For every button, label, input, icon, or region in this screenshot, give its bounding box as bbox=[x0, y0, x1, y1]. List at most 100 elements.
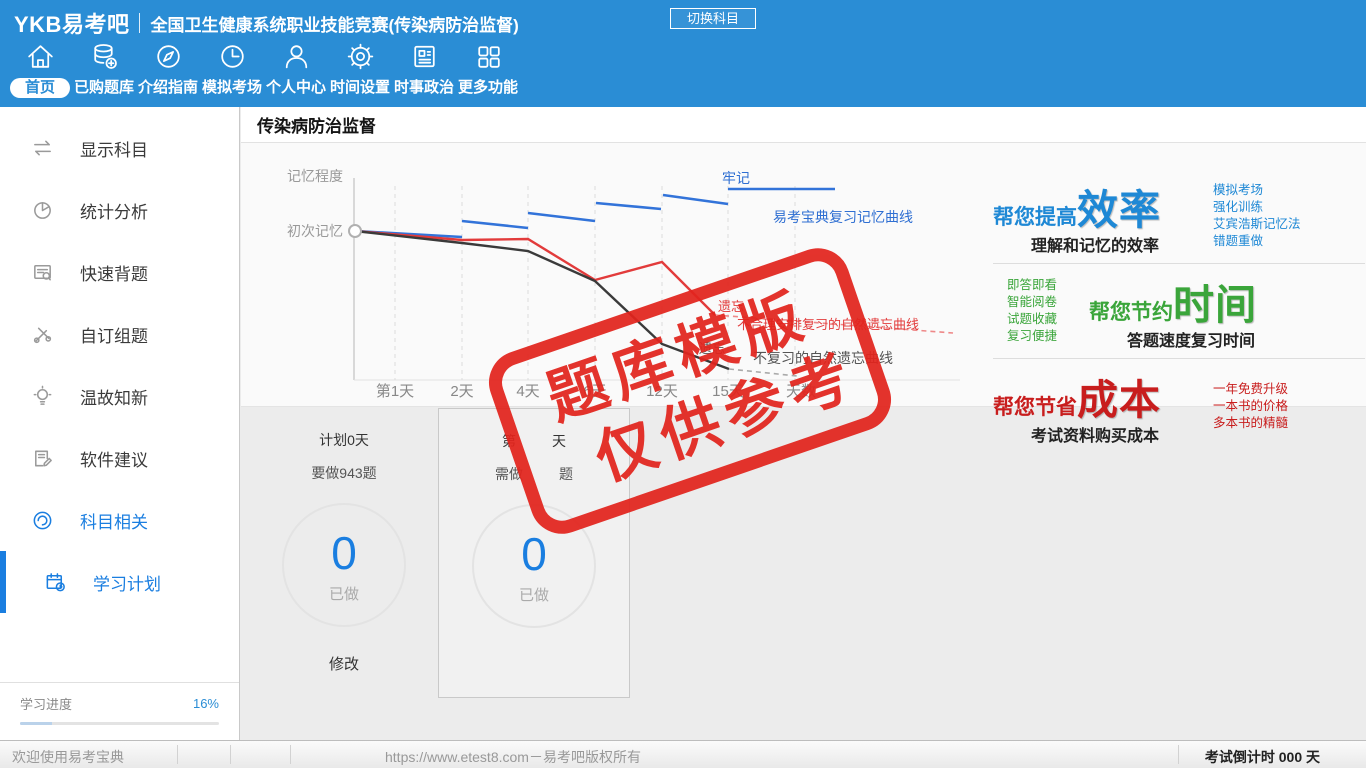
subject-swirl-icon bbox=[33, 511, 52, 529]
promo-word: 时间 bbox=[1173, 282, 1257, 328]
sidebar-item-label: 显示科目 bbox=[80, 140, 148, 160]
nav-item-guide[interactable]: 介绍指南 bbox=[136, 40, 200, 98]
grid-icon bbox=[477, 46, 500, 68]
lightbulb-icon bbox=[33, 385, 52, 405]
status-bar: 欢迎使用易考宝典 https://www.etest8.com－易考吧版权所有 … bbox=[0, 740, 1366, 768]
promo-feature: 一年免费升级 bbox=[1213, 381, 1289, 396]
sidebar-item-label: 快速背题 bbox=[80, 264, 148, 284]
main-nav: 首页 已购题库 介绍指南 模拟考场 个人中心 时间设置 时事政治 更多功能 bbox=[8, 40, 520, 98]
nav-label: 更多功能 bbox=[457, 79, 518, 96]
promo-row-time: 即答即看 智能阅卷 试题收藏 复习便捷 帮您节约时间 答题速度复习时间 bbox=[993, 263, 1365, 358]
promo-feature: 试题收藏 bbox=[1007, 312, 1058, 326]
sidebar-item-label: 软件建议 bbox=[80, 450, 148, 470]
nav-item-more-functions[interactable]: 更多功能 bbox=[456, 40, 520, 98]
sidebar-item-review[interactable]: 温故知新 bbox=[0, 365, 239, 427]
done-label: 已做 bbox=[328, 586, 359, 603]
sidebar-item-custom-questions[interactable]: 自订组题 bbox=[0, 303, 239, 365]
copyright-text: https://www.etest8.com－易考吧版权所有 bbox=[385, 749, 641, 765]
welcome-text: 欢迎使用易考宝典 bbox=[12, 749, 124, 765]
flashcard-icon bbox=[34, 264, 51, 280]
nav-item-home[interactable]: 首页 bbox=[8, 40, 72, 98]
nav-label: 介绍指南 bbox=[137, 79, 198, 96]
promo-feature: 模拟考场 bbox=[1213, 183, 1264, 197]
sidebar-item-subject-related[interactable]: 科目相关 bbox=[0, 489, 239, 551]
statusbar-divider bbox=[177, 745, 178, 764]
promo-prefix: 帮您节约 bbox=[1089, 301, 1173, 324]
sidebar-item-label: 科目相关 bbox=[80, 512, 148, 532]
nav-item-purchased-banks[interactable]: 已购题库 bbox=[72, 40, 136, 98]
done-label: 已做 bbox=[518, 587, 549, 604]
nav-label: 首页 bbox=[9, 78, 70, 98]
page-title: 传染病防治监督 bbox=[241, 107, 1366, 143]
svg-text:易考宝典复习记忆曲线: 易考宝典复习记忆曲线 bbox=[773, 209, 913, 225]
sidebar-item-study-plan[interactable]: 学习计划 bbox=[0, 551, 239, 613]
gear-icon bbox=[347, 43, 373, 70]
study-progress-block: 学习进度 16% bbox=[0, 682, 239, 740]
database-icon bbox=[93, 44, 117, 69]
svg-text:初次记忆: 初次记忆 bbox=[287, 223, 343, 239]
plan-days: 计划0天 bbox=[319, 432, 369, 448]
nav-label: 时间设置 bbox=[329, 79, 390, 96]
promo-subtitle: 理解和记忆的效率 bbox=[1031, 238, 1160, 255]
sidebar-item-show-subjects[interactable]: 显示科目 bbox=[0, 117, 239, 179]
modify-plan-link[interactable]: 修改 bbox=[248, 653, 440, 674]
promo-feature: 复习便捷 bbox=[1007, 329, 1058, 343]
study-progress-label: 学习进度 bbox=[20, 697, 73, 712]
nav-item-time-settings[interactable]: 时间设置 bbox=[328, 40, 392, 98]
promo-feature-list: 即答即看 智能阅卷 试题收藏 复习便捷 bbox=[993, 277, 1089, 345]
sidebar-item-label: 自订组题 bbox=[80, 326, 148, 346]
plan-card-total: 计划0天 要做943题 0 已做 修改 bbox=[248, 408, 440, 698]
promo-word: 效率 bbox=[1077, 187, 1161, 233]
nav-label: 已购题库 bbox=[73, 79, 134, 96]
promo-feature-list: 模拟考场 强化训练 艾宾浩斯记忆法 错题重做 bbox=[1191, 182, 1301, 250]
app-window: YKB易考吧 全国卫生健康系统职业技能竞赛(传染病防治监督) 切换科目 首页 已… bbox=[0, 0, 1366, 768]
study-progress-value: 16% bbox=[192, 696, 219, 711]
svg-text:牢记: 牢记 bbox=[722, 170, 750, 186]
document-edit-icon bbox=[35, 450, 52, 466]
user-icon bbox=[285, 45, 307, 69]
promo-feature: 错题重做 bbox=[1213, 234, 1264, 248]
statusbar-divider bbox=[1178, 745, 1179, 764]
done-count: 0 bbox=[521, 528, 547, 580]
statusbar-divider bbox=[230, 745, 231, 764]
svg-text:第1天: 第1天 bbox=[376, 382, 414, 400]
promo-feature: 艾宾浩斯记忆法 bbox=[1213, 217, 1301, 231]
study-plan-section: 计划0天 要做943题 0 已做 修改 第天 需做题 0 已做 bbox=[241, 407, 1366, 739]
nav-item-mock-exam[interactable]: 模拟考场 bbox=[200, 40, 264, 98]
app-logo: YKB易考吧 bbox=[14, 12, 130, 37]
promo-row-efficiency: 帮您提高效率 理解和记忆的效率 模拟考场 强化训练 艾宾浩斯记忆法 错题重做 bbox=[993, 169, 1365, 263]
promo-headline: 帮您提高效率 理解和记忆的效率 bbox=[993, 176, 1191, 256]
statusbar-divider bbox=[290, 745, 291, 764]
brand: YKB易考吧 全国卫生健康系统职业技能竞赛(传染病防治监督) bbox=[14, 7, 519, 39]
svg-text:记忆程度: 记忆程度 bbox=[287, 168, 343, 184]
nav-label: 个人中心 bbox=[265, 79, 326, 96]
study-progress-track bbox=[20, 722, 219, 725]
news-icon bbox=[413, 45, 435, 68]
promo-headline: 帮您节约时间 答题速度复习时间 bbox=[1089, 271, 1257, 351]
promo-feature: 智能阅卷 bbox=[1007, 295, 1058, 309]
pie-chart-icon bbox=[34, 201, 51, 219]
nav-item-personal-center[interactable]: 个人中心 bbox=[264, 40, 328, 98]
app-title: 全国卫生健康系统职业技能竞赛(传染病防治监督) bbox=[150, 15, 519, 35]
compass-icon bbox=[156, 45, 180, 68]
exam-countdown: 考试倒计时 000 天 bbox=[1204, 749, 1320, 765]
promo-feature: 即答即看 bbox=[1007, 278, 1058, 292]
home-icon bbox=[27, 45, 53, 68]
done-count-circle: 0 已做 bbox=[282, 503, 406, 627]
swap-arrows-icon bbox=[34, 140, 51, 155]
promo-subtitle: 答题速度复习时间 bbox=[1127, 333, 1256, 350]
switch-subject-button[interactable]: 切换科目 bbox=[670, 8, 756, 29]
sidebar-item-quick-memorize[interactable]: 快速背题 bbox=[0, 241, 239, 303]
nav-item-current-politics[interactable]: 时事政治 bbox=[392, 40, 456, 98]
sidebar-menu: 显示科目 统计分析 快速背题 自订组题 温故知新 软件建议 科目相关 学习计划 bbox=[0, 107, 239, 613]
done-count: 0 bbox=[331, 527, 357, 579]
sidebar-item-statistics[interactable]: 统计分析 bbox=[0, 179, 239, 241]
sidebar-item-label: 统计分析 bbox=[80, 202, 148, 222]
sidebar-item-software-suggestions[interactable]: 软件建议 bbox=[0, 427, 239, 489]
study-plan-calendar-icon bbox=[46, 572, 65, 591]
brand-divider bbox=[139, 13, 141, 33]
sidebar: 显示科目 统计分析 快速背题 自订组题 温故知新 软件建议 科目相关 学习计划 … bbox=[0, 107, 240, 740]
top-header: YKB易考吧 全国卫生健康系统职业技能竞赛(传染病防治监督) 切换科目 首页 已… bbox=[0, 0, 1366, 107]
promo-feature: 强化训练 bbox=[1213, 200, 1264, 214]
nav-label: 模拟考场 bbox=[201, 79, 262, 96]
